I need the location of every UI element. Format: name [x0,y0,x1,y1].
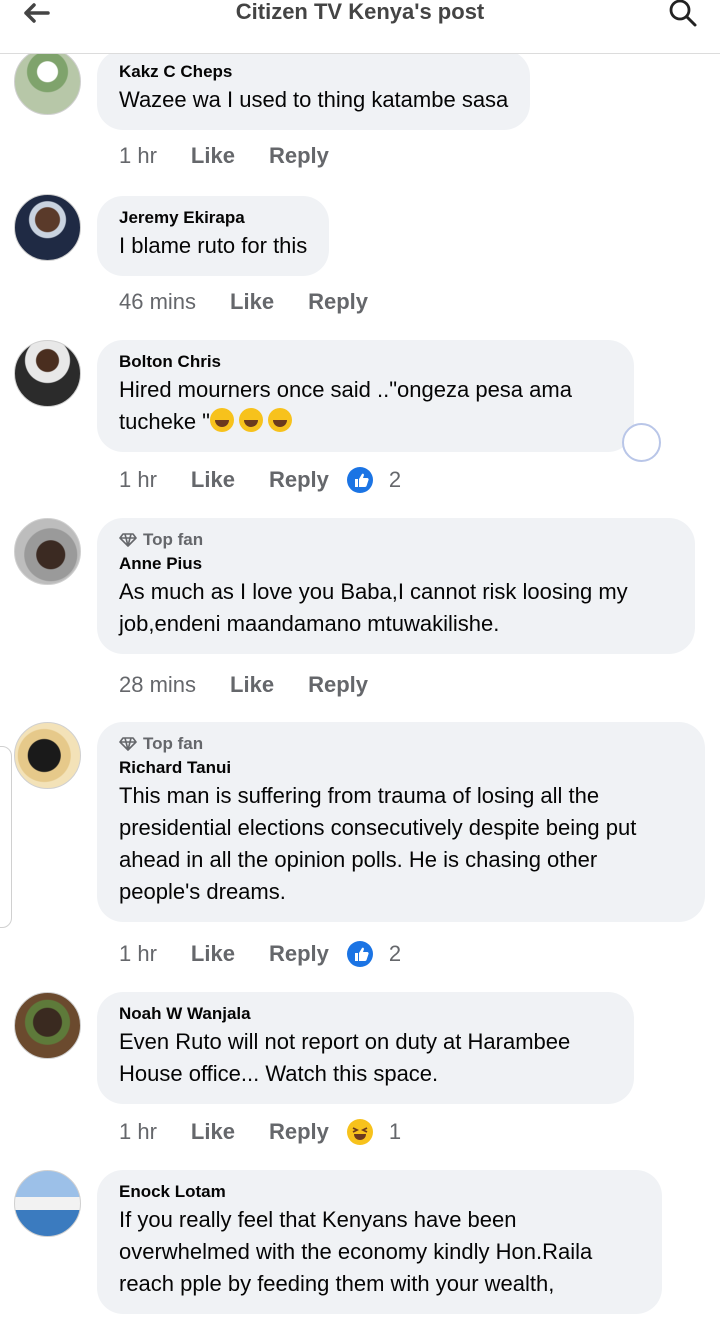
comment-actions: 1 hr Like Reply [119,140,347,172]
reply-button[interactable]: Reply [308,289,368,315]
comment-actions: 1 hr Like Reply 2 [119,938,401,970]
comment-author[interactable]: Jeremy Ekirapa [119,206,307,230]
comment-bubble[interactable]: Kakz C Cheps Wazee wa I used to thing ka… [97,50,531,130]
search-button[interactable] [668,0,702,30]
reply-button[interactable]: Reply [269,1119,329,1145]
comment-author[interactable]: Noah W Wanjala [119,1002,612,1026]
top-fan-badge: Top fan [119,528,673,552]
comment-bubble[interactable]: Bolton Chris Hired mourners once said ..… [97,340,634,452]
rolling-laughing-emoji [209,408,234,432]
comment-text: Wazee wa I used to thing katambe sasa [119,87,509,112]
comment-author[interactable]: Anne Pius [119,552,673,576]
comment-bubble[interactable]: Jeremy Ekirapa I blame ruto for this [97,196,330,276]
rolling-laughing-emoji [267,408,292,432]
comment-author[interactable]: Bolton Chris [119,350,612,374]
avatar[interactable] [14,518,81,585]
reply-button[interactable]: Reply [269,143,329,169]
like-button[interactable]: Like [191,467,235,493]
comment-time[interactable]: 1 hr [119,467,157,493]
rolling-laughing-emoji [238,408,263,432]
like-button[interactable]: Like [191,143,235,169]
reply-button[interactable]: Reply [308,672,368,698]
reaction-count: 1 [388,1119,402,1144]
comment-time[interactable]: 28 mins [119,672,196,698]
avatar[interactable] [14,340,81,407]
reaction-count: 2 [388,467,402,492]
comment-time[interactable]: 46 mins [119,289,196,315]
comment-actions: 1 hr Like Reply 2 [119,464,401,496]
comment-text: As much as I love you Baba,I cannot risk… [119,579,628,636]
loading-spinner-icon [622,423,661,462]
avatar[interactable] [14,722,81,789]
reply-button[interactable]: Reply [269,467,329,493]
avatar[interactable] [14,48,81,115]
comment-time[interactable]: 1 hr [119,1119,157,1145]
comment-author[interactable]: Kakz C Cheps [119,60,508,84]
comment-actions: 46 mins Like Reply [119,286,386,318]
top-fan-badge: Top fan [119,732,683,756]
avatar[interactable] [14,194,81,261]
comment-text: Hired mourners once said .."ongeza pesa … [119,377,572,434]
reaction-count: 2 [388,941,402,966]
like-button[interactable]: Like [191,941,235,967]
page-title: Citizen TV Kenya's post [235,0,485,24]
comment-text: I blame ruto for this [119,233,308,258]
side-edge-panel [0,746,12,928]
diamond-icon [119,533,137,547]
thumbs-up-icon[interactable] [346,467,373,493]
comment-bubble[interactable]: Noah W Wanjala Even Ruto will not report… [97,992,634,1104]
comment-author[interactable]: Richard Tanui [119,756,683,780]
comment-text: This man is suffering from trauma of los… [119,783,637,904]
top-bar: Citizen TV Kenya's post [0,0,720,54]
avatar[interactable] [14,1170,81,1237]
comment-text: If you really feel that Kenyans have bee… [119,1207,593,1296]
avatar[interactable] [14,992,81,1059]
comment-time[interactable]: 1 hr [119,941,157,967]
like-button[interactable]: Like [230,672,274,698]
comment-actions: 28 mins Like Reply [119,669,386,701]
comment-actions: 1 hr Like Reply 1 [119,1116,401,1148]
like-button[interactable]: Like [191,1119,235,1145]
thumbs-up-icon[interactable] [346,941,373,967]
comment-bubble[interactable]: Top fan Richard Tanui This man is suffer… [97,722,705,922]
comment-text: Even Ruto will not report on duty at Har… [119,1029,571,1086]
comment-bubble[interactable]: Top fan Anne Pius As much as I love you … [97,518,695,654]
comment-author[interactable]: Enock Lotam [119,1180,640,1204]
comment-bubble[interactable]: Enock Lotam If you really feel that Keny… [97,1170,662,1314]
reply-button[interactable]: Reply [269,941,329,967]
laughing-face-icon[interactable] [346,1119,373,1145]
search-icon [669,0,697,27]
like-button[interactable]: Like [230,289,274,315]
diamond-icon [119,737,137,751]
comment-time[interactable]: 1 hr [119,143,157,169]
